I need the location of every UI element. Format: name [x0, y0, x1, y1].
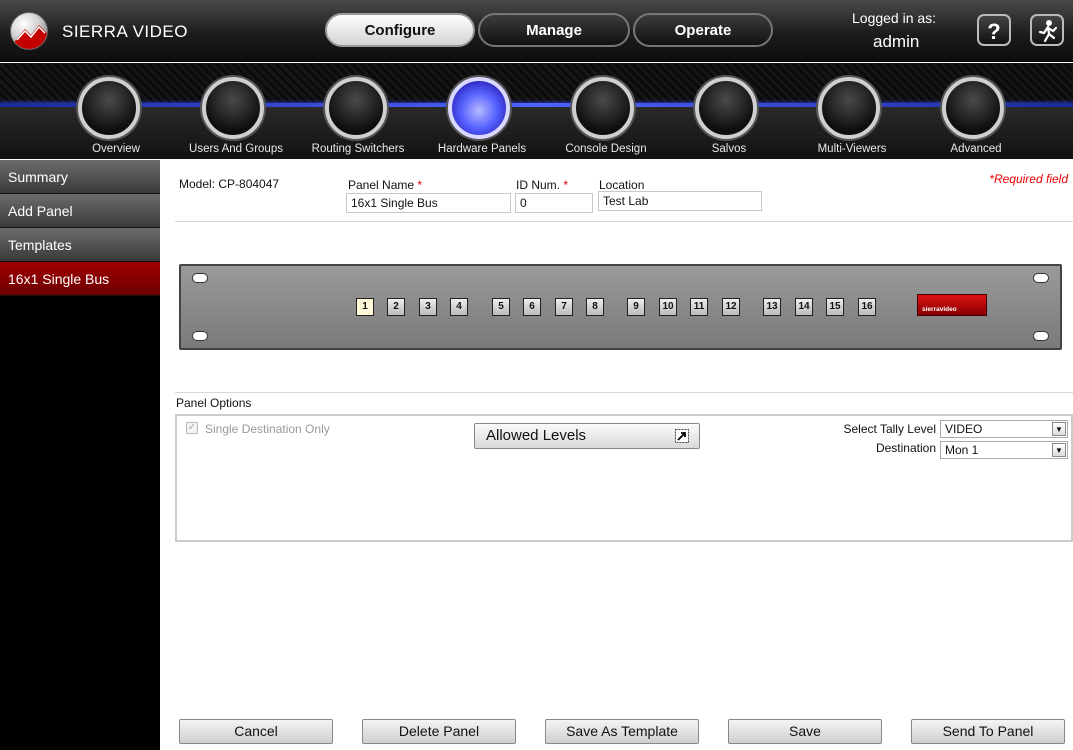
nav-knob-console-design[interactable] — [572, 77, 634, 139]
save-as-template-button[interactable]: Save As Template — [545, 719, 699, 744]
mount-hole — [1033, 273, 1049, 283]
required-marker: * — [417, 178, 423, 192]
chevron-down-icon: ▼ — [1052, 443, 1066, 457]
mount-hole — [192, 331, 208, 341]
nav-label-salvos[interactable]: Salvos — [667, 143, 791, 155]
nav-label-routing-switchers[interactable]: Routing Switchers — [296, 143, 420, 155]
panel-button-11[interactable]: 11 — [690, 298, 708, 316]
nav-label-advanced[interactable]: Advanced — [914, 143, 1038, 155]
question-mark-icon: ? — [987, 19, 1000, 44]
chevron-down-icon: ▼ — [1052, 422, 1066, 436]
expand-icon — [675, 429, 689, 443]
panel-name-label: Panel Name * — [348, 178, 422, 192]
id-num-label: ID Num. * — [516, 178, 568, 192]
destination-label: Destination — [875, 441, 936, 455]
nav-label-multi-viewers[interactable]: Multi-Viewers — [790, 143, 914, 155]
divider — [175, 392, 1073, 393]
tally-level-label: Select Tally Level — [843, 422, 937, 436]
location-field[interactable]: Test Lab — [598, 191, 762, 211]
required-field-note: *Required field — [989, 172, 1068, 186]
nav-knob-advanced[interactable] — [942, 77, 1004, 139]
panel-button-6[interactable]: 6 — [523, 298, 541, 316]
hardware-panel-preview: 1 2 3 4 5 6 7 8 9 10 11 12 13 14 15 16 s… — [179, 264, 1062, 350]
model-label: Model: CP-804047 — [179, 177, 280, 191]
nav-knob-salvos[interactable] — [695, 77, 757, 139]
panel-button-3[interactable]: 3 — [419, 298, 437, 316]
mount-hole — [192, 273, 208, 283]
tab-operate[interactable]: Operate — [633, 13, 773, 47]
delete-panel-button[interactable]: Delete Panel — [362, 719, 516, 744]
allowed-levels-label: Allowed Levels — [486, 427, 587, 444]
panel-name-label-text: Panel Name — [348, 178, 415, 192]
svg-text:?: ? — [987, 19, 1000, 43]
sidebar-item-summary[interactable]: Summary — [0, 160, 160, 194]
panel-button-13[interactable]: 13 — [763, 298, 781, 316]
panel-button-1[interactable]: 1 — [356, 298, 374, 316]
panel-button-15[interactable]: 15 — [826, 298, 844, 316]
panel-button-16[interactable]: 16 — [858, 298, 876, 316]
required-marker: * — [563, 178, 569, 192]
brand-name: SIERRA VIDEO — [62, 22, 188, 41]
panel-button-7[interactable]: 7 — [555, 298, 573, 316]
top-bar: SIERRA VIDEO Configure Manage Operate Lo… — [0, 0, 1073, 62]
nav-knob-hardware-panels[interactable] — [448, 77, 510, 139]
tally-level-select[interactable]: VIDEO ▼ — [940, 420, 1068, 438]
panel-button-2[interactable]: 2 — [387, 298, 405, 316]
cancel-button[interactable]: Cancel — [179, 719, 333, 744]
panel-button-8[interactable]: 8 — [586, 298, 604, 316]
logout-button[interactable] — [1030, 14, 1064, 46]
panel-options-title: Panel Options — [176, 396, 252, 410]
save-button[interactable]: Save — [728, 719, 882, 744]
sidebar-item-16x1-single-bus[interactable]: 16x1 Single Bus — [0, 262, 160, 296]
id-num-label-text: ID Num. — [516, 178, 561, 192]
nav-label-hardware-panels[interactable]: Hardware Panels — [420, 143, 544, 155]
nav-label-console-design[interactable]: Console Design — [544, 143, 668, 155]
running-man-icon — [1038, 20, 1058, 43]
sierra-logo-icon — [10, 12, 48, 50]
tally-level-value: VIDEO — [945, 422, 983, 436]
mount-hole — [1033, 331, 1049, 341]
allowed-levels-button[interactable]: Allowed Levels — [474, 423, 700, 449]
destination-select[interactable]: Mon 1 ▼ — [940, 441, 1068, 459]
send-to-panel-button[interactable]: Send To Panel — [911, 719, 1065, 744]
sidebar-item-add-panel[interactable]: Add Panel — [0, 194, 160, 228]
nav-knob-overview[interactable] — [78, 77, 140, 139]
panel-name-field[interactable]: 16x1 Single Bus — [346, 193, 511, 213]
panel-button-4[interactable]: 4 — [450, 298, 468, 316]
single-destination-checkbox[interactable]: ✓ — [186, 422, 198, 434]
panel-button-5[interactable]: 5 — [492, 298, 510, 316]
panel-button-9[interactable]: 9 — [627, 298, 645, 316]
login-user: admin — [873, 32, 920, 51]
panel-button-12[interactable]: 12 — [722, 298, 740, 316]
tab-manage[interactable]: Manage — [478, 13, 630, 47]
nav-label-users-and-groups[interactable]: Users And Groups — [174, 143, 298, 155]
destination-value: Mon 1 — [945, 443, 979, 457]
help-button[interactable]: ? — [977, 14, 1011, 46]
sidebar: Summary Add Panel Templates 16x1 Single … — [0, 160, 160, 750]
nav-knob-routing-switchers[interactable] — [325, 77, 387, 139]
nav-label-overview[interactable]: Overview — [48, 143, 140, 155]
nav-knob-users-and-groups[interactable] — [202, 77, 264, 139]
panel-button-14[interactable]: 14 — [795, 298, 813, 316]
login-label: Logged in as: — [852, 10, 937, 26]
single-destination-label: Single Destination Only — [205, 422, 330, 436]
location-label: Location — [599, 178, 645, 192]
panel-button-10[interactable]: 10 — [659, 298, 677, 316]
sidebar-item-templates[interactable]: Templates — [0, 228, 160, 262]
tab-configure[interactable]: Configure — [325, 13, 475, 47]
divider — [175, 221, 1073, 222]
id-num-field[interactable]: 0 — [515, 193, 593, 213]
sierra-video-panel-logo: sierravideo — [917, 294, 987, 316]
nav-knob-multi-viewers[interactable] — [818, 77, 880, 139]
